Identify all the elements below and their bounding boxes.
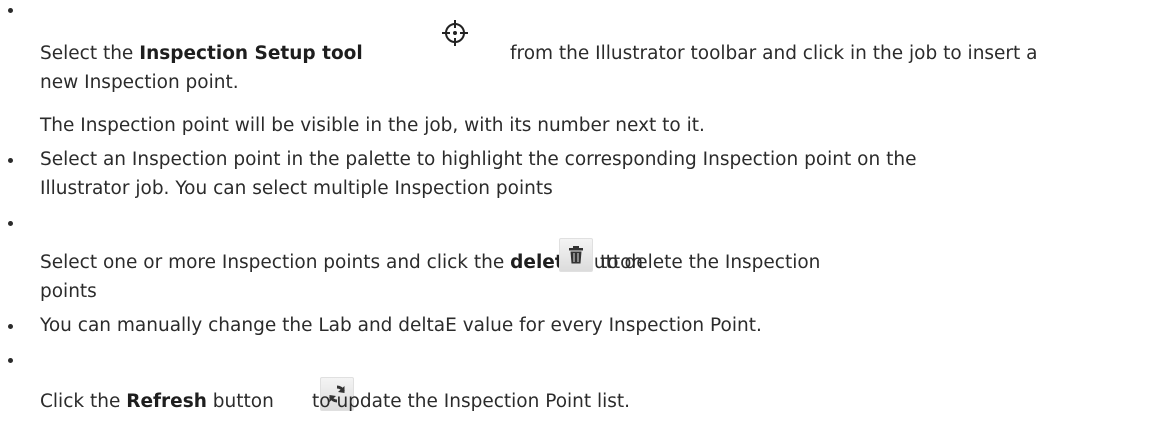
step-5-line: Click the Refresh button bbox=[40, 391, 274, 412]
step-2-line-1: Select an Inspection point in the palett… bbox=[40, 149, 917, 170]
bullet-dot bbox=[8, 221, 13, 226]
bullet-dot bbox=[8, 158, 13, 163]
step-3-line-2: points bbox=[40, 281, 97, 302]
bullet-dot bbox=[8, 358, 13, 363]
bullet-dot bbox=[8, 8, 13, 13]
trash-icon bbox=[569, 246, 583, 264]
crosshair-target-icon bbox=[442, 20, 468, 46]
bullet-dot bbox=[8, 324, 13, 329]
step-3-line-1-tail: to delete the Inspection bbox=[600, 252, 821, 273]
step-1-note: The Inspection point will be visible in … bbox=[40, 115, 705, 136]
inspection-setup-tool-label: Inspection Setup tool bbox=[139, 43, 363, 64]
step-1-line-2: new Inspection point. bbox=[40, 72, 239, 93]
refresh-label: Refresh bbox=[126, 391, 207, 412]
step-3-line-1: Select one or more Inspection points and… bbox=[40, 252, 644, 273]
step-2-line-2: Illustrator job. You can select multiple… bbox=[40, 178, 553, 199]
step-1-line-1-tail: from the Illustrator toolbar and click i… bbox=[510, 43, 1038, 64]
step-5-line-tail: to update the Inspection Point list. bbox=[312, 391, 631, 412]
delete-button[interactable] bbox=[559, 238, 593, 272]
step-1-line-1: Select the Inspection Setup tool bbox=[40, 43, 363, 64]
step-4-line: You can manually change the Lab and delt… bbox=[40, 315, 762, 336]
